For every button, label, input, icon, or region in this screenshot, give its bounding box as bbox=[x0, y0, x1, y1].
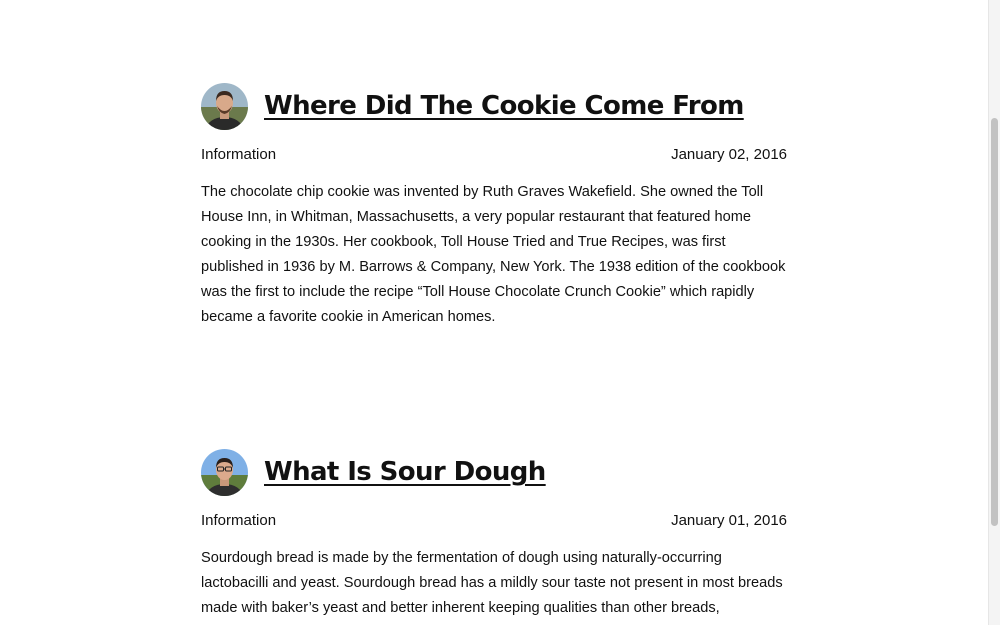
post-header: Where Did The Cookie Come From bbox=[201, 82, 787, 130]
post-card: What Is Sour Dough Information January 0… bbox=[201, 448, 787, 621]
post-title-link[interactable]: Where Did The Cookie Come From bbox=[264, 90, 744, 122]
post-category: Information bbox=[201, 511, 277, 529]
author-avatar bbox=[201, 82, 248, 130]
post-date: January 02, 2016 bbox=[671, 145, 787, 163]
post-excerpt: The chocolate chip cookie was invented b… bbox=[201, 184, 786, 325]
post-date: January 01, 2016 bbox=[671, 511, 787, 529]
post-title-link[interactable]: What Is Sour Dough bbox=[264, 456, 546, 488]
post-card: Where Did The Cookie Come From Informati… bbox=[201, 82, 787, 330]
scrollbar-thumb[interactable] bbox=[991, 118, 998, 526]
author-avatar bbox=[201, 448, 248, 496]
post-category: Information bbox=[201, 145, 277, 163]
blog-page: Where Did The Cookie Come From Informati… bbox=[0, 0, 988, 625]
post-header: What Is Sour Dough bbox=[201, 448, 787, 496]
post-meta: Information January 02, 2016 bbox=[201, 142, 787, 166]
post-meta: Information January 01, 2016 bbox=[201, 508, 787, 532]
post-excerpt: Sourdough bread is made by the fermentat… bbox=[201, 550, 783, 616]
